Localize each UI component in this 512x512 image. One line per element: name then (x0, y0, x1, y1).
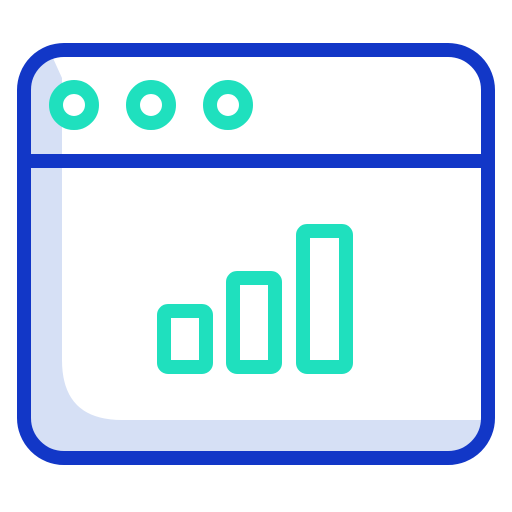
window-shadow-fill (30, 56, 482, 452)
chart-bar-large (296, 224, 353, 374)
icon-canvas (0, 0, 512, 512)
bar-chart-icon (157, 224, 353, 374)
window-control-dot-icon (49, 80, 99, 130)
window-control-dot-icon (126, 80, 176, 130)
chart-bar-small (157, 304, 213, 374)
window-controls (49, 80, 253, 130)
window-control-dot-icon (203, 80, 253, 130)
chart-bar-medium (226, 271, 282, 374)
browser-window-analytics-icon (17, 43, 495, 465)
